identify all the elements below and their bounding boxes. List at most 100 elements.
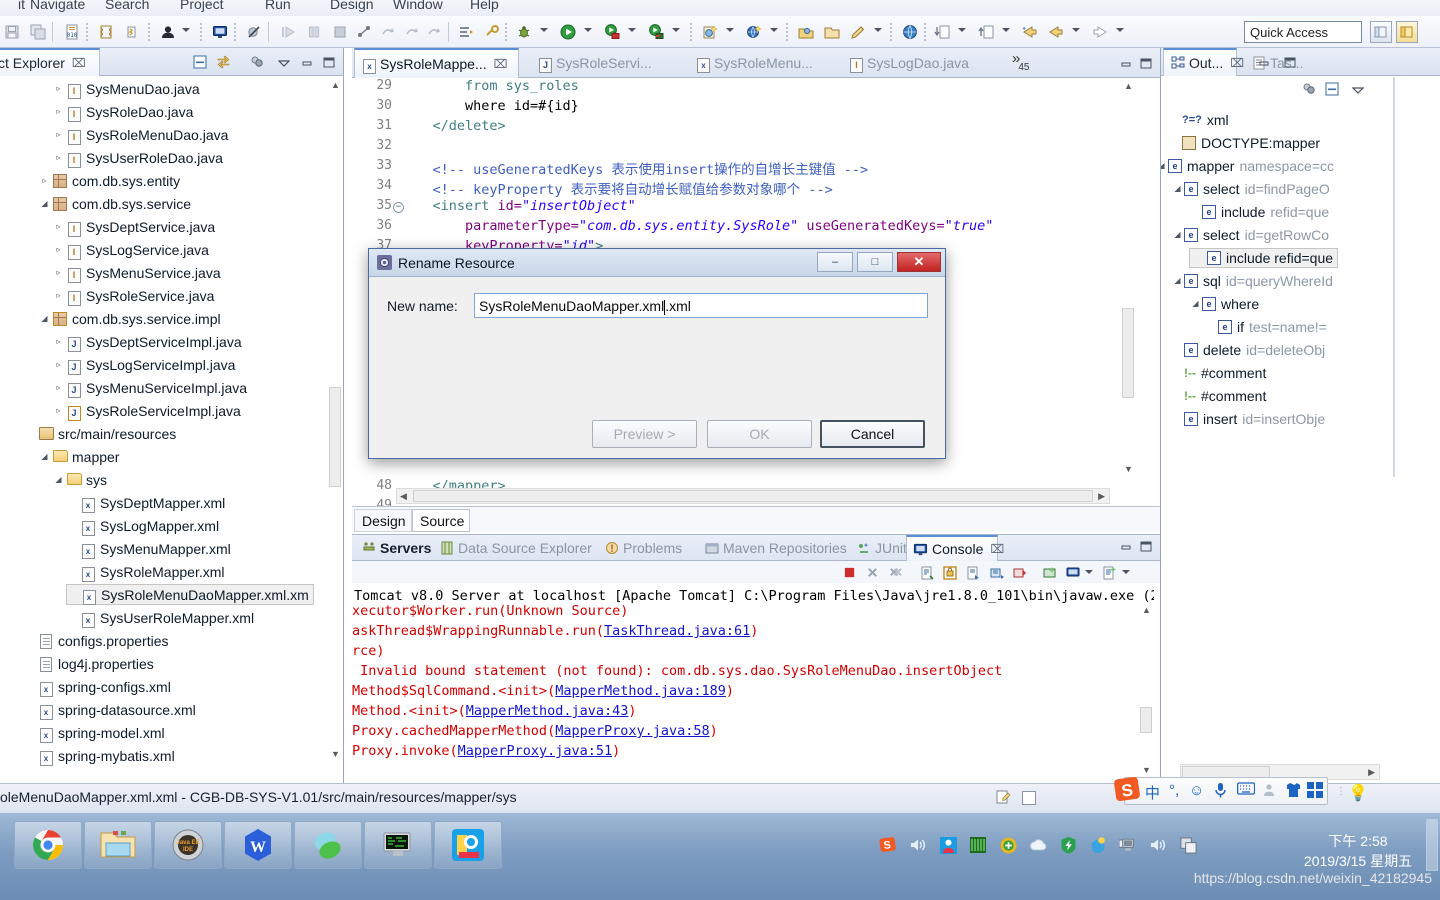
expand-arrow-icon[interactable]: ▹ <box>52 153 65 162</box>
outline-item[interactable]: ◢ e select id=findPageO <box>1161 177 1393 200</box>
scroll-left-icon[interactable]: ◀ <box>400 491 407 502</box>
tree-item[interactable]: ▹ J SysMenuServiceImpl.java <box>0 376 327 399</box>
360-icon[interactable] <box>1088 835 1108 855</box>
outline-item-content[interactable]: e insert id=insertObje <box>1171 411 1325 427</box>
explorer-vertical-scrollbar[interactable]: ▲ ▼ <box>327 77 343 783</box>
expand-arrow-icon[interactable]: ▹ <box>52 107 65 116</box>
copy-icon[interactable] <box>1178 835 1198 855</box>
outline-item-content[interactable]: !-- #comment <box>1171 388 1266 404</box>
outline-item[interactable]: !-- #comment <box>1161 361 1393 384</box>
editor-tab-1[interactable]: J SysRoleServi... <box>531 48 671 78</box>
tree-item-content[interactable]: ▹ I SysMenuDao.java <box>52 81 200 99</box>
expand-arrow-icon[interactable]: ◢ <box>38 199 51 208</box>
tree-item-content[interactable]: x SysUserRoleMapper.xml <box>66 610 254 628</box>
tree-item-content[interactable]: x SysDeptMapper.xml <box>66 495 225 513</box>
editor-tab-3[interactable]: I SysLogDao.java <box>842 48 977 78</box>
run-icon[interactable] <box>558 22 578 42</box>
step-over-icon[interactable] <box>402 22 422 42</box>
tree-item[interactable]: configs.properties <box>0 629 327 652</box>
outline-item-selected[interactable]: e include refid=que <box>1189 247 1339 268</box>
tree-item-selected[interactable]: x SysRoleMenuDaoMapper.xml.xm <box>66 584 314 605</box>
tree-item-content[interactable]: ▹ I SysMenuService.java <box>52 265 221 283</box>
new-wizard-icon[interactable] <box>700 22 720 42</box>
validate-icon[interactable] <box>96 22 116 42</box>
tree-item-content[interactable]: ▹ I SysDeptService.java <box>52 219 215 237</box>
tree-item[interactable]: ▹ I SysDeptService.java <box>0 215 327 238</box>
display-console-icon[interactable] <box>1064 564 1081 581</box>
dialog-minimize-button[interactable]: – <box>817 252 853 272</box>
tree-item[interactable]: x SysLogMapper.xml <box>0 514 327 537</box>
skip-all-breakpoints-icon[interactable] <box>244 22 264 42</box>
scrollbar-thumb[interactable] <box>329 387 341 487</box>
remove-launch-icon[interactable] <box>864 564 881 581</box>
expand-arrow-icon[interactable]: ▹ <box>52 360 65 369</box>
remove-all-launches-icon[interactable] <box>887 564 904 581</box>
forward-dropdown-icon[interactable] <box>1116 28 1124 32</box>
view-menu-icon[interactable] <box>1350 82 1366 98</box>
show-desktop-button[interactable] <box>1426 819 1438 871</box>
scroll-down-icon[interactable]: ▼ <box>1124 464 1133 474</box>
explorer-taskbar-button[interactable] <box>84 821 152 869</box>
menu-item-window[interactable]: Window <box>393 0 443 12</box>
import-dropdown-icon[interactable] <box>958 28 966 32</box>
explorer-tree[interactable]: ▹ I SysMenuDao.java ▹ I SysRoleDao.java ▹ I SysR… <box>0 77 327 812</box>
open-console-menu-icon[interactable] <box>1100 564 1117 581</box>
run-debug-server-icon[interactable] <box>646 22 666 42</box>
run-debug-server-dropdown-icon[interactable] <box>672 28 680 32</box>
save-all-icon[interactable] <box>28 22 48 42</box>
scroll-up-icon[interactable]: ▲ <box>1142 605 1151 615</box>
stacktrace-link[interactable]: MapperProxy.java:51 <box>458 743 612 759</box>
maximize-icon[interactable] <box>321 54 337 70</box>
next-annotation-icon[interactable] <box>354 22 374 42</box>
ime-mode-chinese[interactable]: 中 <box>1145 782 1160 803</box>
link-with-editor-icon[interactable] <box>215 54 231 70</box>
outline-item-content[interactable]: ?=? xml <box>1169 112 1229 128</box>
tree-item[interactable]: ◢ sys <box>0 468 327 491</box>
outline-item-content[interactable]: ◢ e select id=findPageO <box>1171 181 1329 197</box>
tree-item-content[interactable]: x spring-model.xml <box>24 725 165 743</box>
tree-item-content[interactable]: ▹ I SysRoleDao.java <box>52 104 193 122</box>
outline-item-content[interactable]: e include refid=que <box>1189 204 1329 220</box>
open-console-icon[interactable] <box>1041 564 1058 581</box>
suspend-icon[interactable] <box>304 22 324 42</box>
close-icon[interactable]: ⌧ <box>1230 56 1244 70</box>
expand-arrow-icon[interactable]: ▹ <box>52 291 65 300</box>
open-web-browser-icon[interactable] <box>900 22 920 42</box>
open-console-menu-dropdown-icon[interactable] <box>1122 570 1130 574</box>
refresh-icon[interactable] <box>122 22 142 42</box>
expand-arrow-icon[interactable]: ◢ <box>38 452 51 461</box>
tree-item[interactable]: x SysMenuMapper.xml <box>0 537 327 560</box>
outline-tab-tas[interactable]: Tas... <box>1245 48 1311 76</box>
tree-item-content[interactable]: ◢ com.db.sys.service <box>38 195 191 212</box>
scroll-right-icon[interactable]: ▶ <box>1098 491 1105 502</box>
editor-tab-0[interactable]: x SysRoleMappe... ⌧ <box>354 48 519 78</box>
menu-item-project[interactable]: Project <box>180 0 224 12</box>
open-type-icon[interactable] <box>796 22 816 42</box>
tree-item-content[interactable]: ▹ com.db.sys.entity <box>38 172 180 189</box>
outline-item[interactable]: !-- #comment <box>1161 384 1393 407</box>
tree-item[interactable]: ▹ com.db.sys.entity <box>0 169 327 192</box>
ime-user-icon[interactable] <box>1263 782 1279 798</box>
outline-item[interactable]: e include refid=que <box>1161 246 1393 269</box>
expand-arrow-icon[interactable]: ▹ <box>52 337 65 346</box>
menu-item-search[interactable]: Search <box>105 0 149 12</box>
scroll-down-icon[interactable]: ▼ <box>331 749 340 759</box>
outline-item[interactable]: ◢ e sql id=queryWhereId <box>1161 269 1393 292</box>
tree-item-content[interactable]: x SysLogMapper.xml <box>66 518 219 536</box>
collapse-all-icon[interactable] <box>192 54 208 70</box>
tree-item[interactable]: ▹ I SysLogService.java <box>0 238 327 261</box>
scroll-up-icon[interactable]: ▲ <box>1124 81 1133 91</box>
scroll-down-icon[interactable]: ▼ <box>1142 765 1151 775</box>
run-server-icon[interactable] <box>602 22 622 42</box>
console-tab-junit[interactable]: JUnit <box>851 535 907 561</box>
open-perspective-button[interactable] <box>1370 21 1392 43</box>
expand-arrow-icon[interactable]: ▹ <box>52 245 65 254</box>
terminate-icon[interactable] <box>330 22 350 42</box>
save-icon[interactable] <box>2 22 22 42</box>
expand-arrow-icon[interactable]: ◢ <box>52 475 65 484</box>
close-icon[interactable]: ⌧ <box>494 57 508 71</box>
tree-item[interactable]: ▹ I SysUserRoleDao.java <box>0 146 327 169</box>
outline-item[interactable]: e if test=name!= <box>1161 315 1393 338</box>
tree-item-content[interactable]: configs.properties <box>24 632 169 650</box>
eclipse-taskbar-button[interactable]: Java EE IDE <box>154 821 222 869</box>
